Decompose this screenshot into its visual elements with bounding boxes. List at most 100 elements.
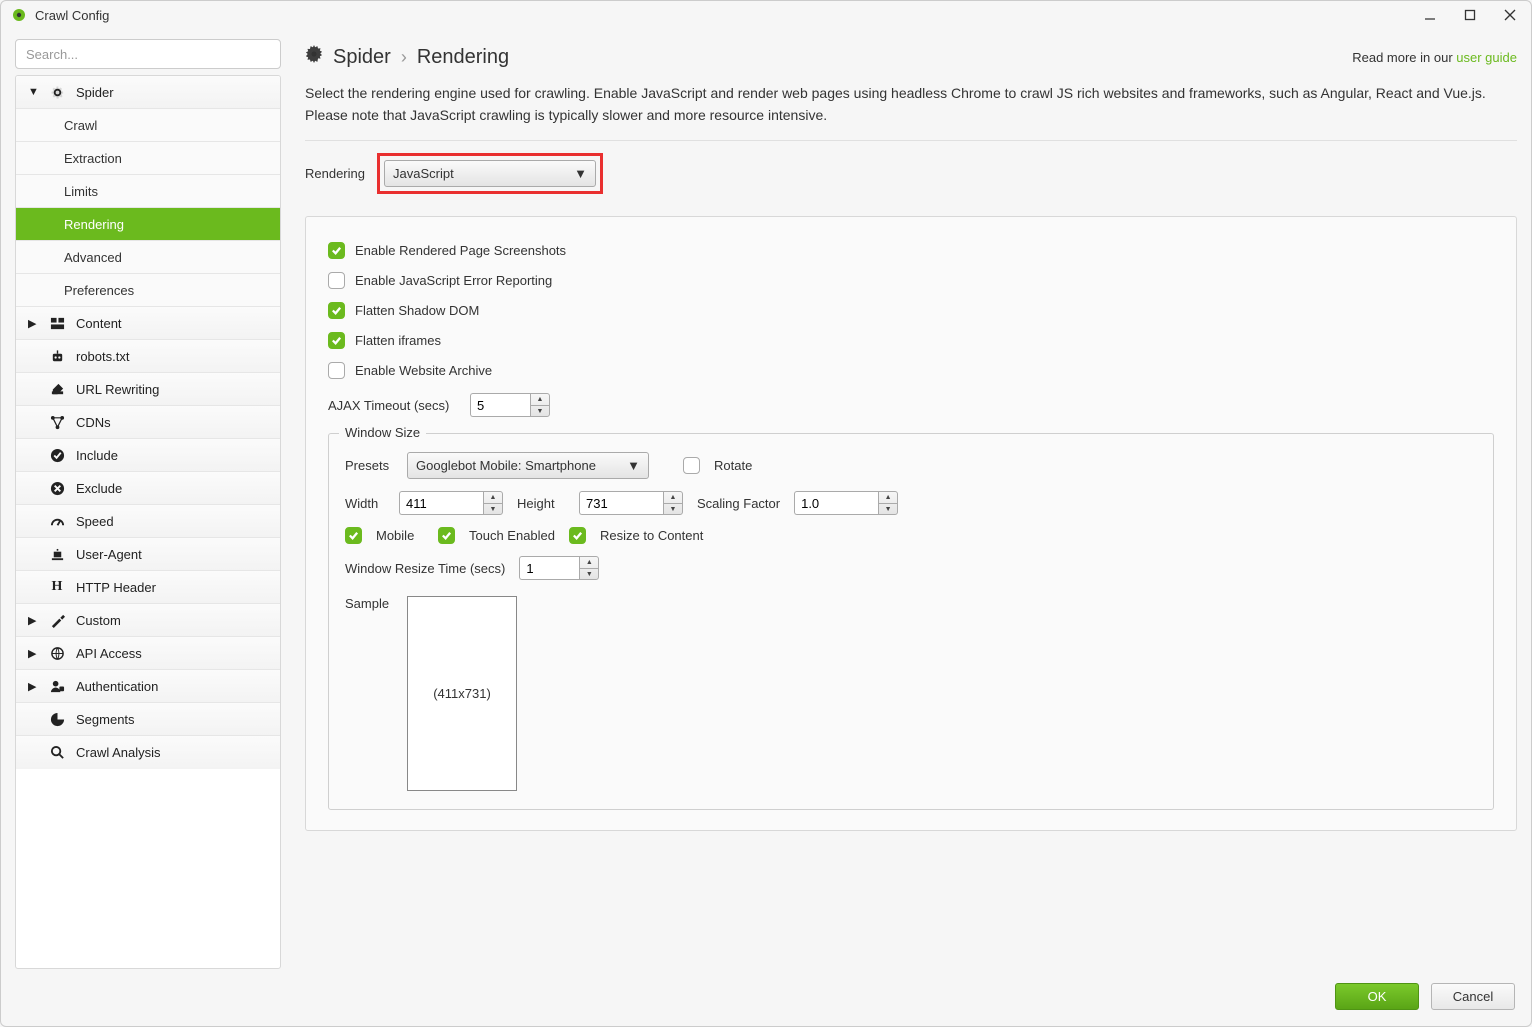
search-box (15, 39, 281, 69)
sidebar-item-label: Spider (76, 85, 114, 100)
caret-right-icon: ▶ (28, 317, 38, 330)
rendering-label: Rendering (305, 166, 365, 181)
enable-screenshots-label: Enable Rendered Page Screenshots (355, 243, 566, 258)
resizetime-label: Window Resize Time (secs) (345, 561, 505, 576)
sidebar-item-crawl-analysis[interactable]: ▶ Crawl Analysis (16, 736, 280, 769)
user-guide-link[interactable]: user guide (1456, 50, 1517, 65)
sidebar-item-robots[interactable]: ▶ robots.txt (16, 340, 280, 373)
maximize-button[interactable] (1463, 8, 1477, 22)
sidebar-item-label: CDNs (76, 415, 111, 430)
enable-archive-checkbox[interactable] (328, 362, 345, 379)
spinner-down-icon[interactable]: ▼ (580, 569, 598, 580)
speed-icon (48, 514, 66, 529)
width-spinner[interactable]: ▲▼ (399, 491, 503, 515)
segments-icon (48, 712, 66, 727)
ok-button[interactable]: OK (1335, 983, 1419, 1010)
sidebar-sub-limits[interactable]: Limits (16, 175, 280, 208)
ajax-timeout-spinner[interactable]: ▲▼ (470, 393, 550, 417)
sidebar-sub-extraction[interactable]: Extraction (16, 142, 280, 175)
cdn-icon (48, 415, 66, 430)
rotate-label: Rotate (714, 458, 762, 473)
spinner-up-icon[interactable]: ▲ (664, 492, 682, 504)
breadcrumb-leaf: Rendering (417, 46, 509, 69)
window-size-legend: Window Size (339, 425, 426, 440)
sidebar-item-label: robots.txt (76, 349, 129, 364)
resizetime-spinner[interactable]: ▲▼ (519, 556, 599, 580)
httpheader-icon: H (48, 579, 66, 595)
cancel-button[interactable]: Cancel (1431, 983, 1515, 1010)
ajax-timeout-input[interactable] (470, 393, 530, 417)
sidebar-sub-rendering[interactable]: Rendering (16, 208, 280, 241)
sidebar-item-user-agent[interactable]: ▶ User-Agent (16, 538, 280, 571)
enable-archive-label: Enable Website Archive (355, 363, 492, 378)
spinner-up-icon[interactable]: ▲ (879, 492, 897, 504)
readmore-text: Read more in our user guide (1352, 50, 1517, 65)
scaling-input[interactable] (794, 491, 878, 515)
ajax-timeout-label: AJAX Timeout (secs) (328, 398, 458, 413)
sidebar-item-speed[interactable]: ▶ Speed (16, 505, 280, 538)
flatten-iframes-checkbox[interactable] (328, 332, 345, 349)
rendering-select-value: JavaScript (393, 166, 454, 181)
height-spinner[interactable]: ▲▼ (579, 491, 683, 515)
sidebar-item-label: API Access (76, 646, 142, 661)
include-icon (48, 448, 66, 463)
resizetime-input[interactable] (519, 556, 579, 580)
sidebar-item-custom[interactable]: ▶ Custom (16, 604, 280, 637)
sidebar-sub-crawl[interactable]: Crawl (16, 109, 280, 142)
spinner-down-icon[interactable]: ▼ (484, 504, 502, 515)
width-input[interactable] (399, 491, 483, 515)
spinner-down-icon[interactable]: ▼ (531, 406, 549, 417)
minimize-button[interactable] (1423, 8, 1437, 22)
sample-preview: (411x731) (407, 596, 517, 791)
sidebar-tree: ▼ Spider Crawl Extraction Limits Renderi… (15, 75, 281, 969)
caret-right-icon: ▶ (28, 647, 38, 660)
enable-jserror-label: Enable JavaScript Error Reporting (355, 273, 552, 288)
enable-screenshots-checkbox[interactable] (328, 242, 345, 259)
caret-right-icon: ▶ (28, 680, 38, 693)
window-title: Crawl Config (35, 8, 109, 23)
sidebar-item-spider[interactable]: ▼ Spider (16, 76, 280, 109)
close-button[interactable] (1503, 8, 1517, 22)
sidebar-item-segments[interactable]: ▶ Segments (16, 703, 280, 736)
enable-jserror-checkbox[interactable] (328, 272, 345, 289)
height-input[interactable] (579, 491, 663, 515)
scaling-spinner[interactable]: ▲▼ (794, 491, 898, 515)
touch-checkbox[interactable] (438, 527, 455, 544)
presets-label: Presets (345, 458, 393, 473)
presets-select-value: Googlebot Mobile: Smartphone (416, 458, 596, 473)
resize-content-checkbox[interactable] (569, 527, 586, 544)
sidebar-item-url-rewriting[interactable]: ▶ URL Rewriting (16, 373, 280, 406)
rendering-select[interactable]: JavaScript ▼ (384, 160, 596, 187)
sidebar-item-include[interactable]: ▶ Include (16, 439, 280, 472)
gear-icon (305, 45, 323, 69)
breadcrumb-root: Spider (333, 46, 391, 69)
sidebar-item-cdns[interactable]: ▶ CDNs (16, 406, 280, 439)
sidebar-sub-preferences[interactable]: Preferences (16, 274, 280, 307)
mobile-checkbox[interactable] (345, 527, 362, 544)
sidebar-item-label: Content (76, 316, 122, 331)
flatten-shadowdom-checkbox[interactable] (328, 302, 345, 319)
sidebar-item-exclude[interactable]: ▶ Exclude (16, 472, 280, 505)
sidebar-item-label: Segments (76, 712, 135, 727)
sample-dimensions-text: (411x731) (433, 686, 491, 701)
spinner-down-icon[interactable]: ▼ (879, 504, 897, 515)
rotate-checkbox[interactable] (683, 457, 700, 474)
scaling-label: Scaling Factor (697, 496, 780, 511)
useragent-icon (48, 547, 66, 562)
sidebar-item-http-header[interactable]: ▶ H HTTP Header (16, 571, 280, 604)
sidebar-sub-advanced[interactable]: Advanced (16, 241, 280, 274)
spinner-up-icon[interactable]: ▲ (484, 492, 502, 504)
sidebar-item-content[interactable]: ▶ Content (16, 307, 280, 340)
spinner-up-icon[interactable]: ▲ (580, 557, 598, 569)
sidebar-item-label: Exclude (76, 481, 122, 496)
flatten-shadowdom-label: Flatten Shadow DOM (355, 303, 479, 318)
sidebar-item-api-access[interactable]: ▶ API Access (16, 637, 280, 670)
rewrite-icon (48, 382, 66, 397)
search-input[interactable] (15, 39, 281, 69)
presets-select[interactable]: Googlebot Mobile: Smartphone ▼ (407, 452, 649, 479)
sidebar-item-label: User-Agent (76, 547, 142, 562)
spinner-down-icon[interactable]: ▼ (664, 504, 682, 515)
spinner-up-icon[interactable]: ▲ (531, 394, 549, 406)
caret-down-icon: ▼ (28, 86, 38, 98)
sidebar-item-authentication[interactable]: ▶ Authentication (16, 670, 280, 703)
